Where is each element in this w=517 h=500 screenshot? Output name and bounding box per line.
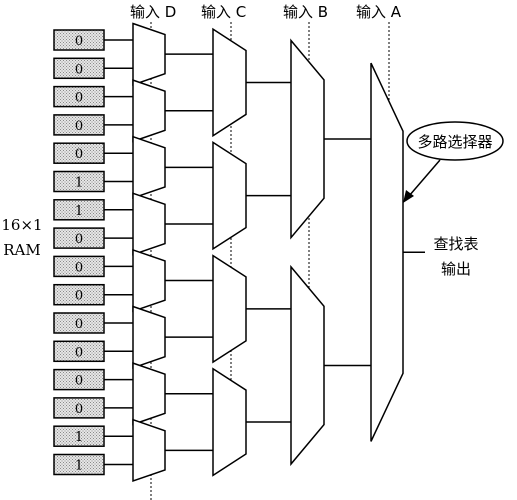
multiplexers — [132, 22, 404, 483]
ram-cell: 0 — [53, 397, 105, 419]
ram-cell: 1 — [53, 453, 105, 476]
mux-level-c — [212, 27, 247, 138]
ram-cell: 1 — [53, 199, 105, 221]
ram-cell: 0 — [53, 312, 105, 334]
ram-cell: 0 — [53, 114, 105, 136]
input-c-label: 输入 C — [201, 3, 246, 21]
mux-level-d — [132, 305, 166, 369]
ram-cell-value: 0 — [75, 91, 83, 106]
mux-level-d — [132, 135, 166, 200]
mux-level-c — [212, 140, 247, 251]
ram-cell-value: 0 — [75, 34, 83, 49]
mux-level-c — [212, 367, 247, 477]
lut-output-label-line1: 查找表 — [433, 235, 478, 253]
ram-cell-value: 0 — [75, 374, 83, 389]
ram-cell: 0 — [53, 29, 105, 51]
ram-cell: 0 — [53, 57, 105, 80]
ram-cell-value: 0 — [75, 345, 83, 360]
mux-level-d — [132, 362, 166, 426]
ram-cell: 1 — [53, 170, 105, 193]
lut-mux-tree-diagram: 0 0 0 0 0 1 1 0 0 0 0 0 0 0 1 1 输入 D 输入 C 输入 B 输入 A 16×… — [1, 3, 504, 500]
ram-cell-value: 1 — [75, 459, 83, 474]
mux-level-b — [290, 264, 325, 467]
ram-size-label: 16×1 — [1, 216, 42, 234]
ram-cell: 0 — [53, 227, 105, 249]
ram-cell-value: 1 — [75, 204, 83, 219]
ram-cell-value: 0 — [75, 402, 83, 417]
ram-cell-value: 0 — [75, 147, 83, 162]
select-line-guides — [150, 22, 390, 500]
ram-cell-value: 1 — [75, 430, 83, 445]
ram-cell: 0 — [53, 340, 105, 363]
ram-cell-value: 0 — [75, 289, 83, 304]
mux-callout-pointer — [408, 159, 441, 197]
ram-type-label: RAM — [3, 241, 41, 259]
ram-cell: 0 — [53, 255, 105, 278]
mux-level-d — [132, 248, 166, 313]
ram-cell: 1 — [53, 425, 105, 447]
ram-cell-value: 0 — [75, 62, 83, 77]
ram-cell: 0 — [53, 368, 105, 391]
mux-level-d — [132, 418, 166, 483]
ram-cell-value: 0 — [75, 119, 83, 134]
ram-cell-value: 0 — [75, 260, 83, 275]
mux-level-d — [132, 79, 166, 143]
input-d-label: 输入 D — [130, 3, 176, 21]
ram-cell-value: 1 — [75, 176, 83, 191]
ram-cell: 0 — [53, 85, 105, 108]
mux-level-a — [370, 62, 404, 442]
mux-level-b — [290, 38, 325, 240]
lut-output-label-line2: 输出 — [441, 260, 471, 278]
ram-cell-value: 0 — [75, 317, 83, 332]
mux-level-d — [132, 22, 166, 86]
input-b-label: 输入 B — [283, 3, 328, 21]
mux-level-d — [132, 192, 166, 256]
ram-cell: 0 — [53, 142, 105, 164]
mux-level-c — [212, 254, 247, 364]
mux-callout-label: 多路选择器 — [417, 133, 492, 151]
input-a-label: 输入 A — [356, 3, 402, 21]
ram-cell: 0 — [53, 283, 105, 306]
ram-cells: 0 0 0 0 0 1 1 0 0 0 0 0 0 0 1 1 — [53, 29, 105, 476]
ram-cell-value: 0 — [75, 232, 83, 247]
